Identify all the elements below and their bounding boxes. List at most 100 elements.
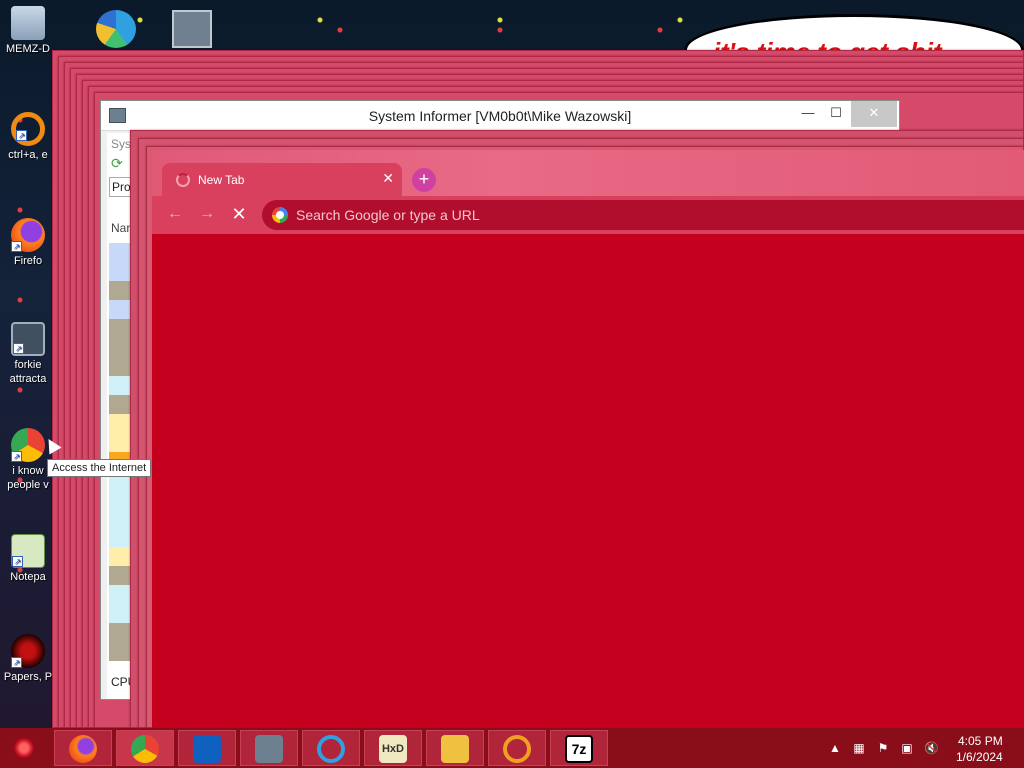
back-arrow-icon[interactable]: ←	[164, 204, 186, 226]
desktop-icon-forkie[interactable]: ↗ forkie attracta	[2, 322, 54, 386]
start-button[interactable]	[4, 732, 44, 764]
table-row[interactable]	[109, 395, 131, 414]
clock-time[interactable]: 4:05 PM	[958, 734, 1003, 748]
table-row[interactable]	[109, 547, 131, 566]
desktop-icon-firefox[interactable]: ↗ Firefo	[2, 218, 54, 268]
table-row[interactable]	[109, 414, 131, 433]
table-row[interactable]	[109, 433, 131, 452]
table-row[interactable]	[109, 281, 131, 300]
desktop-icon-label: Firefo	[13, 255, 43, 267]
table-row[interactable]	[109, 528, 131, 547]
chrome-icon	[131, 735, 159, 763]
shortcut-arrow-icon: ↗	[16, 130, 27, 141]
loading-spinner-icon	[176, 173, 190, 187]
outlook-icon	[193, 735, 221, 763]
chrome-browser-window[interactable]: New Tab ✕ + ← → ✕ Search Google or type …	[152, 150, 1024, 728]
chrome-icon: ↗	[11, 428, 45, 462]
tab-strip: New Tab ✕ +	[152, 150, 1024, 197]
table-row[interactable]	[109, 376, 131, 395]
orange-ring-icon: ↗	[11, 112, 45, 146]
stop-loading-icon[interactable]: ✕	[228, 204, 250, 226]
taskbar-app-search[interactable]	[488, 730, 546, 766]
address-bar-placeholder: Search Google or type a URL	[296, 207, 480, 223]
desktop-icon-label: MEMZ-D	[6, 43, 50, 55]
network-status-icon[interactable]: ▣	[900, 741, 914, 755]
desktop-icon-label: ctrl+a, e	[8, 149, 48, 161]
desktop-icon-memz[interactable]: MEMZ-D	[2, 6, 54, 56]
table-row[interactable]	[109, 357, 131, 376]
table-row[interactable]	[109, 566, 131, 585]
table-row[interactable]	[109, 319, 131, 338]
shortcut-arrow-icon: ↗	[11, 241, 22, 252]
tab-title: New Tab	[198, 173, 245, 187]
hex-editor-icon: HxD	[379, 735, 407, 763]
network-icon[interactable]: ▦	[852, 741, 866, 755]
flag-icon[interactable]: ⚑	[876, 741, 890, 755]
table-row[interactable]	[109, 642, 131, 661]
volume-muted-icon[interactable]: 🔇	[924, 741, 939, 755]
table-row[interactable]	[109, 262, 131, 281]
shortcut-arrow-icon: ↗	[12, 556, 23, 567]
menu-stub[interactable]: Sys	[111, 137, 131, 151]
refresh-icon[interactable]: ⟳	[111, 155, 127, 171]
forward-arrow-icon[interactable]: →	[196, 204, 218, 226]
taskbar: HxD 7z ▲ ▦ ⚑ ▣ 🔇 4:05 PM 1/6/2024	[0, 728, 1024, 768]
table-row[interactable]	[109, 338, 131, 357]
system-tray: ▲ ▦ ⚑ ▣ 🔇 4:05 PM 1/6/2024	[826, 728, 1024, 768]
desktop-icon-notepad[interactable]: ↗ Notepa	[2, 534, 54, 584]
maximize-button[interactable]: ☐	[821, 101, 851, 127]
table-row[interactable]	[109, 604, 131, 623]
desktop-icon-papers-please[interactable]: ↗ Papers, P	[2, 634, 54, 684]
gear-computer-icon: ↗	[11, 322, 45, 356]
firefox-icon: ↗	[11, 218, 45, 252]
browser-toolbar: ← → ✕ Search Google or type a URL	[152, 196, 1024, 234]
tab-close-icon[interactable]: ✕	[382, 170, 394, 187]
title-bar[interactable]: System Informer [VM0b0t\Mike Wazowski] —…	[101, 101, 899, 131]
tooltip: Access the Internet	[47, 459, 152, 477]
minimize-button[interactable]: —	[793, 101, 823, 127]
folder-icon	[441, 735, 469, 763]
papers-please-icon: ↗	[11, 634, 45, 668]
new-tab-button[interactable]: +	[412, 168, 436, 192]
taskbar-app-chrome[interactable]	[116, 730, 174, 766]
taskbar-app-outlook[interactable]	[178, 730, 236, 766]
desktop-icon-label: Papers, P	[3, 671, 53, 683]
desktop-icon-label: forkie attracta	[9, 359, 47, 385]
window-stack-icon[interactable]	[172, 10, 212, 48]
taskbar-app-file-explorer[interactable]	[426, 730, 484, 766]
firefox-icon	[69, 735, 97, 763]
close-button[interactable]: ✕	[851, 101, 897, 127]
notepad-icon: ↗	[11, 534, 45, 568]
table-row[interactable]	[109, 490, 131, 509]
taskbar-app-firefox[interactable]	[54, 730, 112, 766]
magnifier-icon	[503, 735, 531, 763]
page-content[interactable]	[152, 234, 1024, 728]
address-bar[interactable]: Search Google or type a URL	[262, 200, 1024, 230]
show-hidden-icons-icon[interactable]: ▲	[828, 741, 842, 755]
desktop-icon-label: i know people v	[7, 465, 49, 491]
taskbar-app-system-informer[interactable]	[240, 730, 298, 766]
clock-date[interactable]: 1/6/2024	[956, 750, 1003, 764]
window-title: System Informer [VM0b0t\Mike Wazowski]	[368, 108, 632, 124]
taskbar-app-internet-explorer[interactable]	[302, 730, 360, 766]
table-row[interactable]	[109, 300, 131, 319]
column-header-name[interactable]: Nar	[111, 221, 130, 235]
recycle-bin-icon	[11, 6, 45, 40]
shortcut-arrow-icon: ↗	[13, 343, 24, 354]
shortcut-arrow-icon: ↗	[11, 451, 22, 462]
taskbar-app-7zip[interactable]: 7z	[550, 730, 608, 766]
shortcut-arrow-icon: ↗	[11, 657, 22, 668]
7zip-icon: 7z	[565, 735, 593, 763]
google-icon	[272, 207, 288, 223]
tab-new-tab[interactable]: New Tab ✕	[162, 163, 402, 197]
table-row[interactable]	[109, 623, 131, 642]
taskbar-app-hxd[interactable]: HxD	[364, 730, 422, 766]
internet-explorer-icon	[317, 735, 345, 763]
table-row[interactable]	[109, 585, 131, 604]
table-row[interactable]	[109, 509, 131, 528]
edge-icon[interactable]	[96, 10, 136, 48]
desktop-icon-label: Notepa	[10, 571, 46, 583]
desktop-icon-ctrl-a[interactable]: ↗ ctrl+a, e	[2, 112, 54, 162]
table-row[interactable]	[109, 243, 131, 262]
gear-computer-icon	[255, 735, 283, 763]
